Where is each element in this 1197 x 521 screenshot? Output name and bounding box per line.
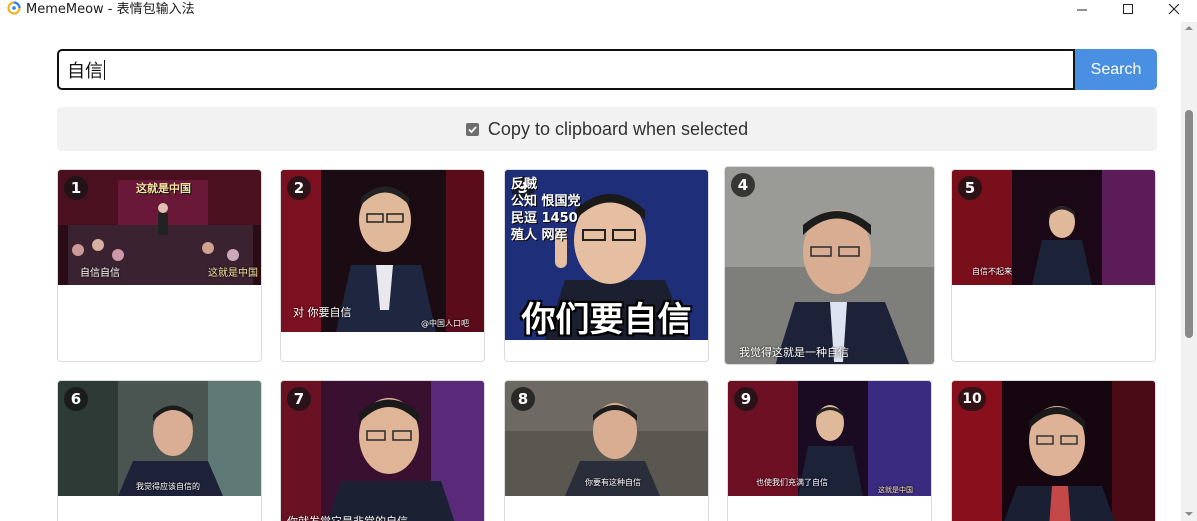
search-input[interactable]: 自信 [57,49,1075,90]
meme-image-2: 2 对 你要自信 @中国人口吧 [281,170,484,332]
scroll-up-arrow-icon[interactable] [1185,24,1193,32]
meme-card-8[interactable]: 8 你要有这种自信 [504,380,709,521]
meme-image-3: 3 反贼 公知 恨国党 民逗 1450 殖人 网军 你们要自信 [505,170,708,340]
minimize-button[interactable] [1059,0,1105,20]
app-logo-icon [7,1,21,15]
result-index-badge: 1 [64,176,88,200]
search-button[interactable]: Search [1075,49,1157,90]
vertical-scrollbar[interactable] [1181,22,1197,521]
meme-image-10: 10 [952,381,1155,521]
close-button[interactable] [1151,0,1197,20]
result-index-badge: 6 [64,387,88,411]
meme-caption: 你就发觉它是非常的自信 [287,513,408,521]
meme-big-caption: 你们要自信 [521,300,692,340]
meme-caption: 对 你要自信 [293,306,352,319]
scroll-down-arrow-icon[interactable] [1185,510,1193,518]
meme-card-9[interactable]: 9 也使我们充满了自信 这就是中国 [727,380,932,521]
title-bar: MemeMeow - 表情包输入法 [0,0,1197,22]
meme-caption: 我觉得应该自信的 [136,482,200,491]
copy-option-bar: Copy to clipboard when selected [57,107,1157,151]
meme-caption-secondary: 这就是中国 [208,268,258,279]
maximize-icon [1123,4,1133,14]
meme-image-9: 9 也使我们充满了自信 这就是中国 [728,381,931,496]
result-index-badge: 2 [287,176,311,200]
close-icon [1168,4,1180,15]
meme-card-7[interactable]: 7 你就发觉它是非常的自信 [280,380,485,521]
result-index-badge: 10 [958,387,986,411]
meme-image-4: 4 我觉得这就是一种自信 [725,167,934,364]
meme-top-text: 反贼 公知 恨国党 民逗 1450 殖人 网军 [511,177,581,243]
meme-caption: 我觉得这就是一种自信 [739,346,849,359]
search-input-value: 自信 [67,60,103,82]
meme-card-4[interactable]: 4 我觉得这就是一种自信 [724,166,935,365]
maximize-button[interactable] [1105,0,1151,20]
meme-card-6[interactable]: 6 我觉得应该自信的 [57,380,262,521]
result-index-badge: 8 [511,387,535,411]
text-caret [104,59,105,80]
result-index-badge: 9 [734,387,758,411]
meme-image-8: 8 你要有这种自信 [505,381,708,496]
meme-card-1[interactable]: 1 这就是中国 自信自信 这就是中国 [57,169,262,362]
meme-caption-secondary: @中国人口吧 [421,319,469,328]
scrollbar-thumb[interactable] [1185,110,1193,338]
meme-caption: 你要有这种自信 [585,478,641,487]
result-index-badge: 4 [731,173,755,197]
meme-image-5: 5 自信不起来 [952,170,1155,285]
meme-caption: 也使我们充满了自信 [756,478,828,487]
meme-image-6: 6 我觉得应该自信的 [58,381,261,496]
main-content: 自信 Search Copy to clipboard when selecte… [0,22,1181,521]
meme-card-2[interactable]: 2 对 你要自信 @中国人口吧 [280,169,485,362]
search-bar: 自信 Search [57,49,1157,90]
meme-top-text: 这就是中国 [136,182,191,195]
meme-image-7: 7 你就发觉它是非常的自信 [281,381,484,521]
window-title: MemeMeow - 表情包输入法 [26,2,195,17]
copy-checkbox[interactable] [465,122,479,136]
meme-card-5[interactable]: 5 自信不起来 [951,169,1156,362]
checkmark-icon [468,125,477,133]
meme-image-1: 1 这就是中国 自信自信 这就是中国 [58,170,261,285]
meme-caption: 自信不起来 [972,267,1012,276]
result-index-badge: 5 [958,176,982,200]
meme-caption-secondary: 这就是中国 [878,486,913,494]
copy-option-label[interactable]: Copy to clipboard when selected [488,119,748,140]
meme-card-3[interactable]: 3 反贼 公知 恨国党 民逗 1450 殖人 网军 你们要自信 [504,169,709,362]
result-index-badge: 7 [287,387,311,411]
minimize-icon [1077,9,1087,11]
meme-caption: 自信自信 [80,268,120,279]
meme-card-10[interactable]: 10 [951,380,1156,521]
